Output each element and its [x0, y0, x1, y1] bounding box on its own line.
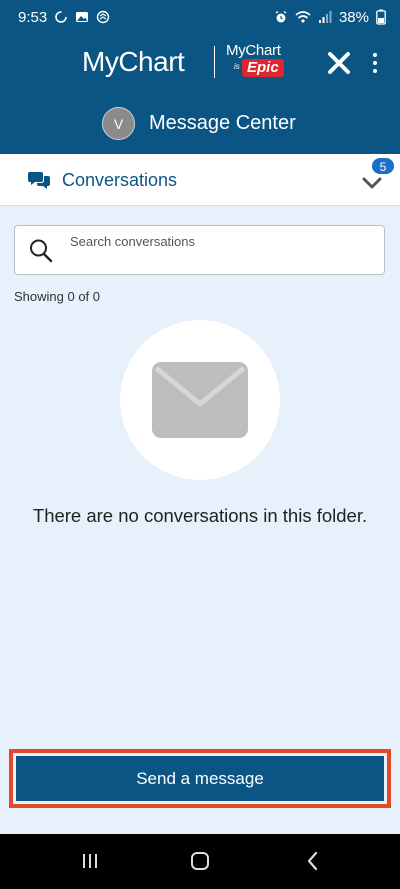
signal-icon	[318, 11, 332, 23]
send-button-highlight: Send a message	[9, 749, 391, 808]
shield-icon	[97, 10, 110, 24]
avatar[interactable]: V	[102, 107, 135, 140]
page-title: Message Center	[149, 112, 296, 134]
battery-percent: 38%	[338, 8, 369, 26]
system-nav-bar	[0, 834, 400, 889]
empty-state-message: There are no conversations in this folde…	[32, 505, 368, 526]
unread-count-badge: 5	[371, 157, 395, 175]
home-icon[interactable]	[190, 851, 210, 871]
epic-logo-is-text: is	[234, 62, 240, 71]
more-options-button[interactable]	[366, 48, 384, 78]
epic-logo-mychart-text: MyChart	[226, 42, 281, 59]
recent-apps-icon[interactable]	[80, 853, 100, 869]
alarm-icon	[275, 10, 287, 23]
chevron-down-icon	[362, 177, 382, 189]
close-button[interactable]	[324, 48, 354, 78]
app-header: MyChart MyChart is Epic V Message Center	[0, 34, 400, 154]
mychart-logo: MyChart	[82, 46, 185, 77]
image-icon	[76, 12, 89, 22]
more-dot-icon	[373, 61, 377, 65]
more-dot-icon	[373, 53, 377, 57]
more-dot-icon	[373, 69, 377, 73]
logo-divider	[214, 46, 215, 78]
status-bar: 9:53 38%	[0, 0, 400, 34]
status-time: 9:53	[18, 8, 48, 26]
results-count: Showing 0 of 0	[14, 289, 101, 304]
sync-icon	[55, 11, 68, 23]
epic-logo-brand: Epic	[242, 59, 284, 77]
battery-icon	[376, 9, 386, 25]
back-icon[interactable]	[305, 851, 321, 871]
search-icon	[30, 239, 53, 263]
empty-state-illustration	[120, 320, 280, 480]
envelope-icon	[152, 362, 248, 438]
send-message-button[interactable]: Send a message	[16, 756, 384, 801]
wifi-icon	[295, 11, 311, 23]
folder-selector[interactable]: Conversations	[0, 154, 400, 206]
status-left: 9:53	[18, 9, 110, 26]
mychart-epic-logo: MyChart is Epic	[226, 42, 296, 82]
close-icon	[328, 52, 350, 74]
folder-label: Conversations	[62, 170, 178, 190]
search-box[interactable]	[14, 225, 385, 275]
conversation-icon	[28, 172, 50, 189]
status-right: 38%	[274, 9, 386, 26]
search-input[interactable]	[70, 230, 370, 252]
